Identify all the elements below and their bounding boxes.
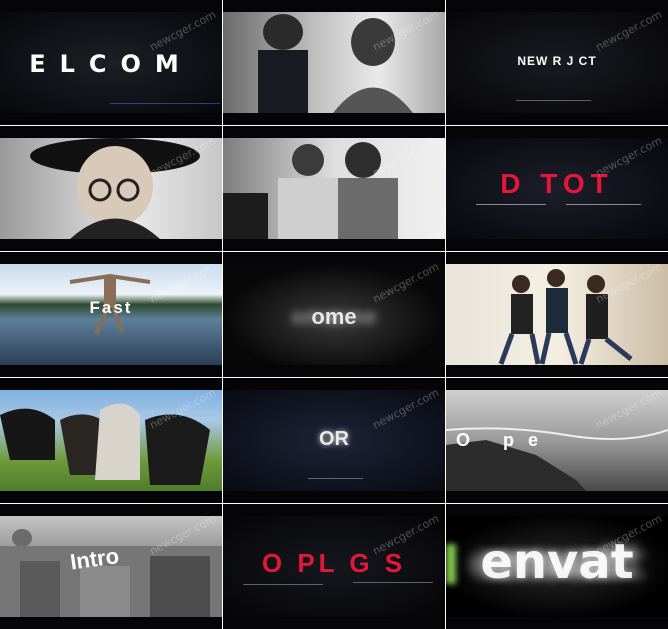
video-thumbnail-grid: ELCOM newcger.com newcger.com NEW R J CT… — [0, 0, 668, 629]
tile-new-project[interactable]: NEW R J CT newcger.com — [446, 0, 668, 125]
tile-woman-hat[interactable]: newcger.com — [0, 126, 222, 251]
tile-welcome[interactable]: ELCOM newcger.com — [0, 0, 222, 125]
tile-or-glow[interactable]: OR newcger.com — [223, 378, 445, 503]
tile-caption: O PL G S — [261, 548, 407, 578]
tile-intro-city[interactable]: Intro newcger.com — [0, 504, 222, 629]
tile-caption: envat — [480, 534, 634, 590]
tile-caption: ome — [311, 304, 357, 329]
tile-jumping-group[interactable]: newcger.com — [446, 252, 668, 377]
tile-cliff-sea[interactable]: O pe newcger.com — [446, 378, 668, 503]
tile-kids-photo[interactable]: newcger.com — [223, 126, 445, 251]
tile-caption: NEW R J CT — [517, 54, 597, 68]
green-accent — [446, 544, 456, 584]
tile-motion-blur[interactable]: ome newcger.com — [223, 252, 445, 377]
tile-couple-photo[interactable]: newcger.com — [223, 0, 445, 125]
tile-fast-lake[interactable]: Fast newcger.com — [0, 252, 222, 377]
tile-caption: OR — [319, 428, 349, 450]
tile-envato-blur[interactable]: envat newcger.com — [446, 504, 668, 629]
tile-caption: D TOT — [500, 168, 614, 199]
tile-caption: ELCOM — [29, 50, 193, 78]
tile-red-title[interactable]: D TOT newcger.com — [446, 126, 668, 251]
tile-caption: Fast — [89, 298, 133, 317]
tile-red-typography[interactable]: O PL G S newcger.com — [223, 504, 445, 629]
tile-caption: O pe — [456, 430, 553, 450]
tile-horses[interactable]: newcger.com — [0, 378, 222, 503]
